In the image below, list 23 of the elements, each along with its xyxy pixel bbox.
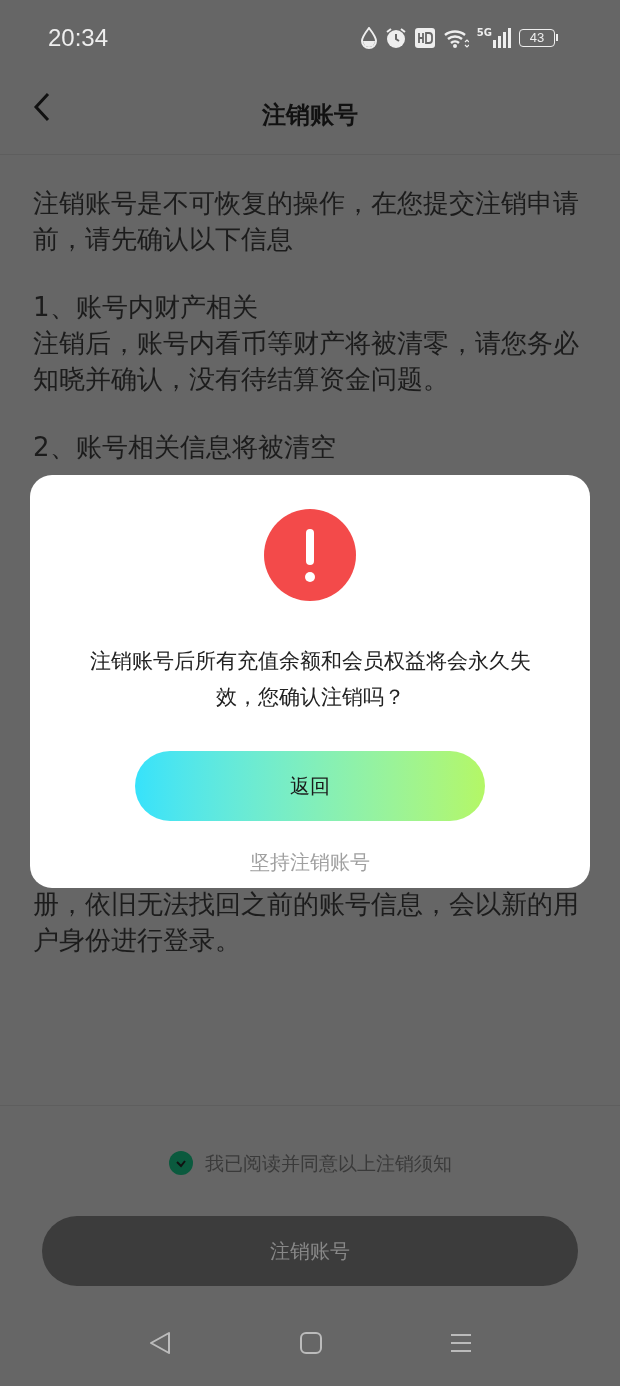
section-heading: 2、账号相关信息将被清空	[33, 431, 337, 464]
return-button[interactable]: 返回	[135, 751, 485, 821]
alarm-icon	[384, 26, 407, 49]
dialog-message: 注销账号后所有充值余额和会员权益将会永久失效，您确认注销吗？	[88, 648, 532, 711]
nav-back-icon[interactable]	[148, 1330, 172, 1355]
section-heading: 1、账号内财产相关	[33, 291, 259, 324]
confirm-deactivate-link[interactable]: 坚持注销账号	[250, 847, 370, 877]
signal-icon	[493, 27, 511, 48]
nav-home-icon[interactable]	[300, 1331, 322, 1354]
warning-icon	[264, 509, 356, 601]
agree-checkbox[interactable]	[168, 1151, 193, 1176]
network-label: 5G	[476, 27, 492, 38]
status-time: 20:34	[48, 22, 109, 53]
nav-menu-icon[interactable]	[450, 1332, 472, 1353]
intro-text: 注销账号是不可恢复的操作，在您提交注销申请前，请先确认以下信息	[33, 187, 580, 256]
drop-icon	[360, 26, 377, 49]
checkmark-icon	[174, 1158, 187, 1169]
section-text: 注销后，账号内看币等财产将被清零，请您务必知晓并确认，没有待结算资金问题。	[33, 327, 580, 396]
back-icon[interactable]	[33, 92, 51, 122]
battery-icon: 43	[519, 28, 555, 47]
page-title: 注销账号	[262, 99, 358, 131]
hd-icon	[414, 27, 435, 48]
notice-text: 册，依旧无法找回之前的账号信息，会以新的用户身份进行登录。	[33, 888, 580, 957]
